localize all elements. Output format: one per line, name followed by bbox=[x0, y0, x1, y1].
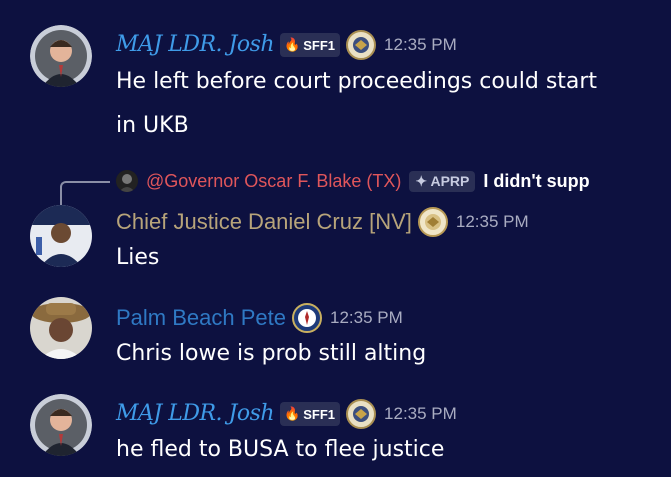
cia-seal-icon[interactable] bbox=[291, 303, 322, 333]
message-text-line: he fled to BUSA to flee justice bbox=[116, 437, 445, 462]
reply-server-tag[interactable]: ✦ APRP bbox=[409, 170, 476, 192]
server-tag-badge[interactable]: 🔥 SFF1 bbox=[280, 402, 341, 426]
username[interactable]: Palm Beach Pete bbox=[116, 304, 286, 332]
timestamp: 12:35 PM bbox=[384, 35, 457, 54]
message-header: Palm Beach Pete 12:35 PM bbox=[116, 303, 403, 333]
avatar[interactable] bbox=[30, 394, 92, 456]
message-text-line: He left before court proceedings could s… bbox=[116, 69, 598, 94]
seal-icon[interactable] bbox=[346, 30, 377, 60]
reply-connector bbox=[60, 181, 110, 205]
message-text-line: Lies bbox=[116, 245, 160, 270]
reply-mention[interactable]: @Governor Oscar F. Blake (TX) bbox=[146, 171, 401, 192]
timestamp: 12:35 PM bbox=[455, 212, 529, 231]
fire-icon: 🔥 bbox=[284, 406, 301, 421]
chat-log: MAJ LDR. Josh 🔥 SFF1 12:35 PM He left be… bbox=[0, 0, 671, 477]
badge-label: SFF1 bbox=[303, 406, 336, 422]
message-header: MAJ LDR. Josh 🔥 SFF1 12:35 PM bbox=[116, 399, 457, 429]
message-header: MAJ LDR. Josh 🔥 SFF1 12:35 PM bbox=[116, 30, 457, 60]
reply-tag-label: APRP bbox=[430, 172, 470, 189]
server-tag-badge[interactable]: 🔥 SFF1 bbox=[280, 33, 341, 57]
badge-label: SFF1 bbox=[303, 37, 336, 53]
username[interactable]: MAJ LDR. Josh bbox=[116, 31, 275, 59]
message-header: Chief Justice Daniel Cruz [NV] 12:35 PM bbox=[116, 207, 529, 237]
timestamp: 12:35 PM bbox=[329, 308, 403, 327]
reply-preview[interactable]: @Governor Oscar F. Blake (TX) ✦ APRP I d… bbox=[116, 170, 590, 192]
fire-icon: 🔥 bbox=[284, 37, 301, 52]
diamond-icon: ✦ bbox=[415, 172, 431, 189]
reply-avatar bbox=[116, 170, 138, 192]
message-text-line: Chris lowe is prob still alting bbox=[116, 341, 427, 366]
avatar[interactable] bbox=[30, 205, 92, 267]
username[interactable]: Chief Justice Daniel Cruz [NV] bbox=[116, 208, 412, 236]
reply-text: I didn't supp bbox=[483, 170, 590, 191]
timestamp: 12:35 PM bbox=[384, 404, 457, 423]
seal-icon[interactable] bbox=[417, 207, 448, 237]
avatar[interactable] bbox=[30, 297, 92, 359]
message-text-line: in UKB bbox=[116, 113, 189, 138]
username[interactable]: MAJ LDR. Josh bbox=[116, 400, 275, 428]
avatar[interactable] bbox=[30, 25, 92, 87]
seal-icon[interactable] bbox=[346, 399, 377, 429]
